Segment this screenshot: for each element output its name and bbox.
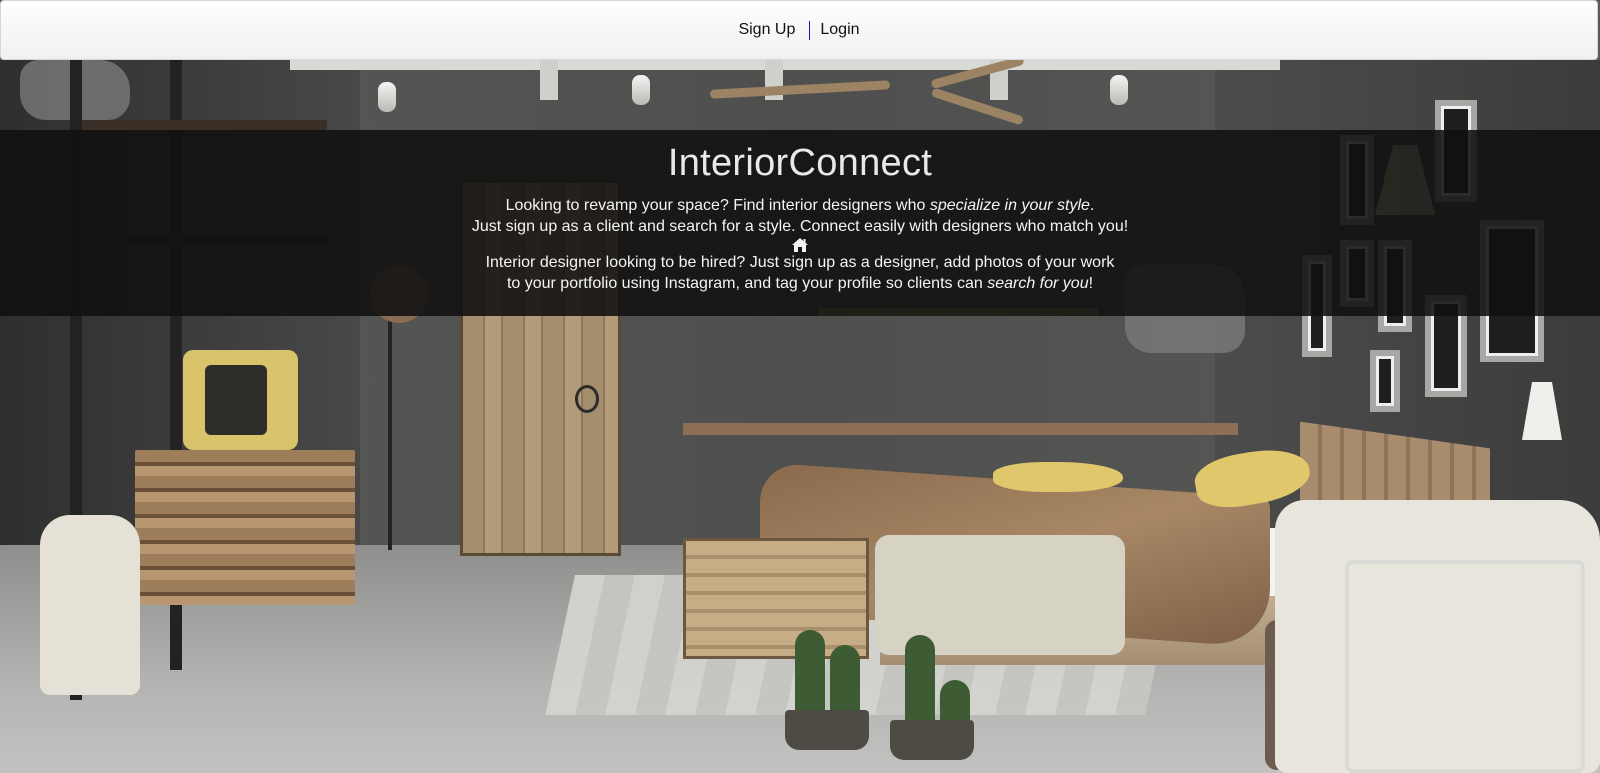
nav-separator: [809, 20, 811, 40]
picture-frame: [1370, 350, 1400, 412]
track-spotlight: [1110, 75, 1128, 105]
client-instructions: Just sign up as a client and search for …: [471, 217, 1129, 235]
track-spotlight: [632, 75, 650, 105]
hero-description: Looking to revamp your space? Find inter…: [0, 196, 1600, 294]
wooden-chest: [683, 538, 869, 659]
wicker-basket: [40, 515, 140, 695]
armchair-frame: [1345, 560, 1585, 773]
designer-instructions: to your portfolio using Instagram, and t…: [506, 274, 988, 292]
tv-screen: [205, 365, 267, 435]
yellow-pillow: [993, 462, 1123, 492]
cactus-pot: [890, 720, 974, 760]
door-knocker: [575, 385, 599, 413]
ceiling-rafter: [540, 60, 558, 100]
top-navbar: Sign Up Login: [0, 0, 1598, 60]
nav-links: Sign Up Login: [738, 20, 860, 40]
client-intro: Looking to revamp your space? Find inter…: [505, 197, 930, 214]
shelf-board: [82, 120, 327, 130]
designer-emphasis: search for you: [987, 274, 1089, 292]
track-spotlight: [378, 82, 396, 112]
page: Sign Up Login InteriorConnect Looking to…: [0, 0, 1600, 773]
designer-intro: Interior designer looking to be hired? J…: [485, 254, 1115, 271]
ceiling-beam: [290, 60, 1280, 70]
hero-banner: InteriorConnect Looking to revamp your s…: [0, 130, 1600, 316]
cactus-pot: [785, 710, 869, 750]
coat-stand: [388, 300, 392, 550]
home-icon: [792, 238, 808, 252]
wooden-dresser: [135, 450, 355, 605]
designer-instructions-end: !: [1088, 274, 1094, 292]
site-title: InteriorConnect: [667, 142, 933, 184]
client-emphasis: specialize in your style: [929, 197, 1090, 214]
client-intro-end: .: [1089, 197, 1095, 214]
signup-link[interactable]: Sign Up: [738, 20, 795, 40]
login-link[interactable]: Login: [820, 20, 859, 40]
desk: [683, 423, 1238, 435]
